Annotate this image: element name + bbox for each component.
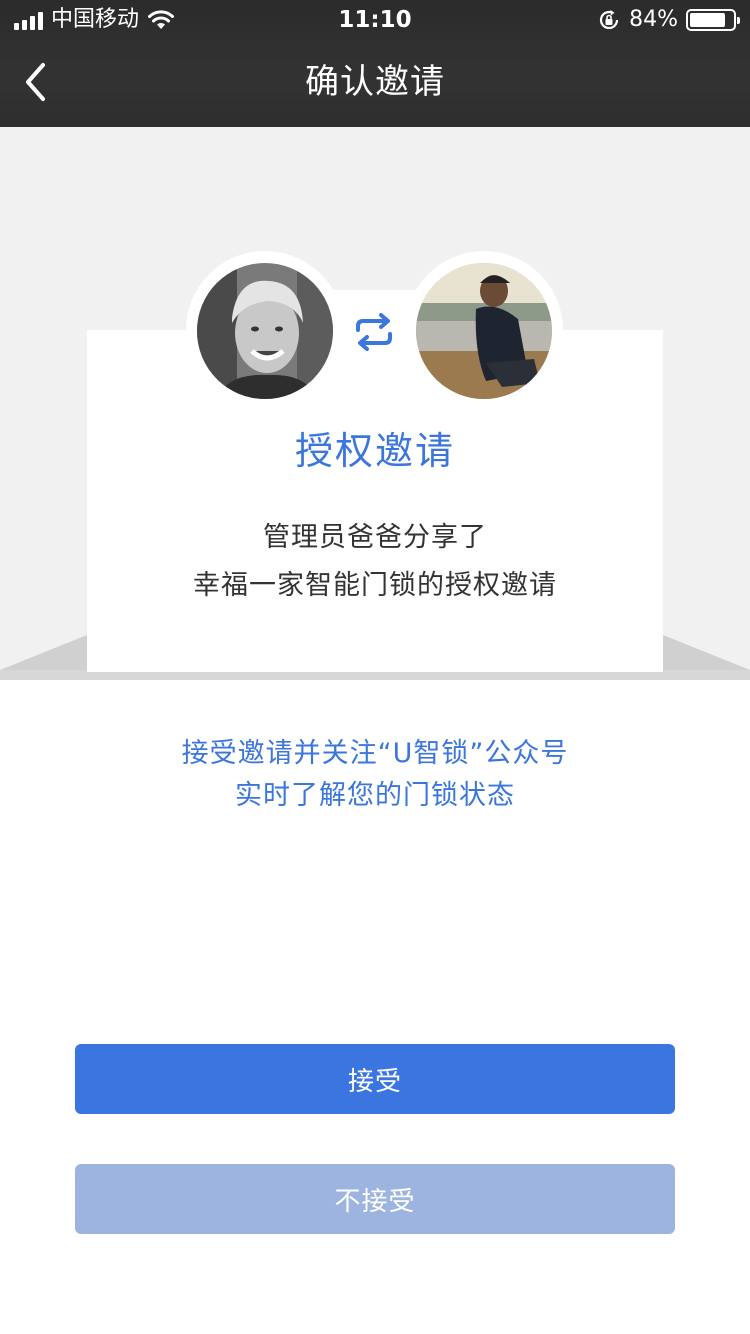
swap-arrows-icon (356, 313, 392, 351)
battery-fill (690, 13, 726, 27)
invite-description-line1: 管理员爸爸分享了 (263, 522, 487, 553)
battery-icon (686, 9, 740, 31)
user-avatar (416, 263, 552, 399)
decline-button[interactable]: 不接受 (75, 1164, 675, 1234)
invite-description-line2: 幸福一家智能门锁的授权邀请 (193, 570, 557, 601)
invite-title: 授权邀请 (294, 429, 455, 473)
app-header: 中国移动 11:10 84% 确认邀请 (0, 0, 750, 127)
status-bar: 中国移动 11:10 84% (0, 0, 750, 40)
status-right: 84% (597, 6, 740, 34)
battery-percent: 84% (629, 7, 678, 32)
rotation-lock-icon (600, 10, 619, 30)
admin-avatar (197, 263, 333, 399)
follow-notice-line1: 接受邀请并关注“U智锁”公众号 (181, 738, 569, 769)
invite-card (87, 330, 663, 672)
page-title: 确认邀请 (305, 62, 445, 102)
accept-button[interactable]: 接受 (75, 1044, 675, 1114)
follow-notice-line2: 实时了解您的门锁状态 (235, 780, 515, 811)
nav-bar: 确认邀请 (0, 40, 750, 127)
